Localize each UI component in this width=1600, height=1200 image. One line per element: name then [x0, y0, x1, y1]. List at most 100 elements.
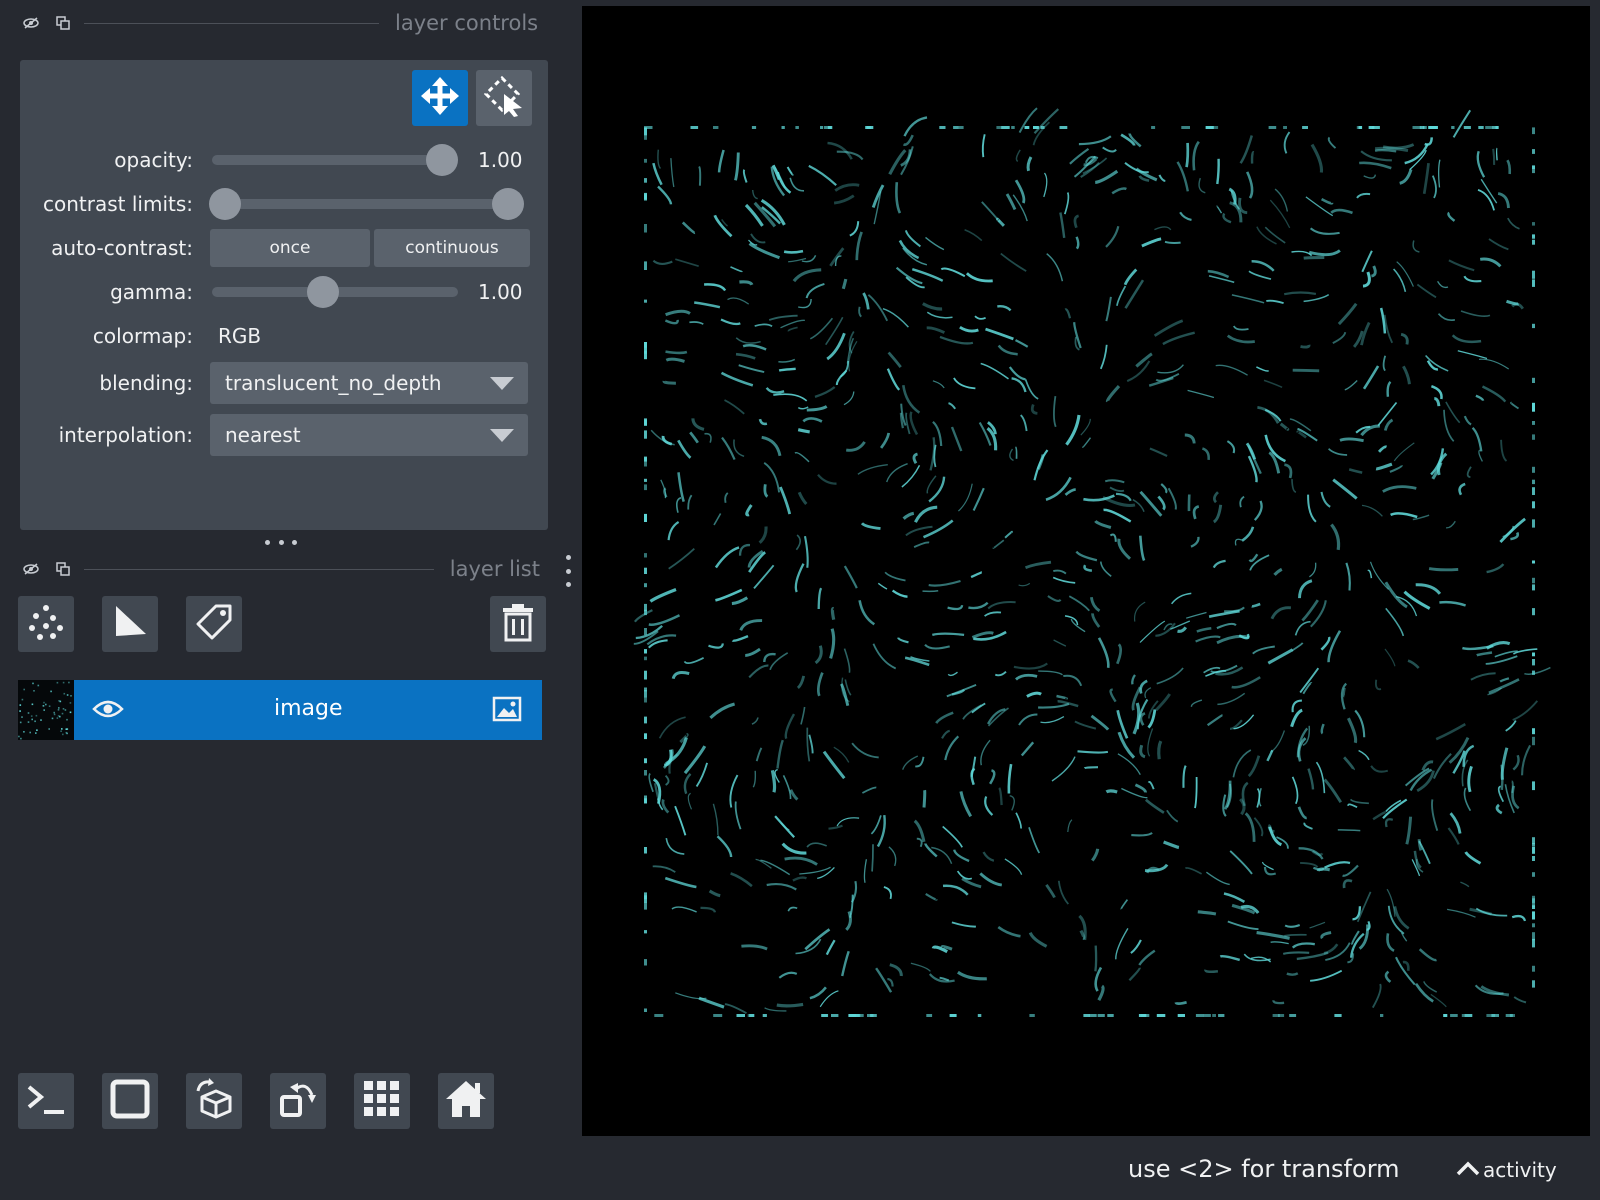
layer-list-title: layer list [449, 557, 540, 581]
streak [1109, 688, 1117, 703]
streak [1272, 1000, 1285, 1005]
new-labels-layer-button[interactable] [186, 596, 242, 652]
new-points-layer-button[interactable] [18, 596, 74, 652]
streak [1463, 415, 1472, 426]
streak [883, 886, 892, 900]
border-pixel [1532, 239, 1535, 245]
streak [928, 476, 946, 503]
border-pixel [644, 670, 647, 680]
contrast-high-handle[interactable] [492, 188, 524, 220]
new-shapes-layer-button[interactable] [102, 596, 158, 652]
streak [1291, 642, 1304, 652]
streak [1386, 933, 1395, 952]
gamma-slider-handle[interactable] [307, 276, 339, 308]
float-panel-icon[interactable] [52, 12, 74, 34]
layer-item-body[interactable]: image [74, 680, 542, 740]
streak [1403, 590, 1431, 610]
contrast-limits-row: contrast limits: [20, 184, 548, 224]
streak [947, 604, 964, 611]
border-pixel [926, 1014, 933, 1017]
opacity-slider[interactable] [212, 144, 458, 176]
contrast-low-handle[interactable] [209, 188, 241, 220]
border-pixel [1492, 126, 1499, 129]
streak [858, 306, 862, 318]
home-button[interactable] [438, 1073, 494, 1129]
border-pixel [1486, 1014, 1496, 1017]
streak [1226, 440, 1236, 454]
streak [1359, 161, 1392, 170]
streak [1363, 174, 1377, 179]
move-mode-button[interactable] [412, 70, 468, 126]
border-pixel [654, 1014, 664, 1017]
streak [1347, 803, 1358, 809]
streak [1000, 252, 1027, 272]
streak [1297, 806, 1307, 820]
streak [1075, 550, 1098, 562]
float-panel-icon[interactable] [52, 558, 74, 580]
viewer-canvas[interactable] [582, 6, 1590, 1136]
streak [1004, 530, 1013, 539]
streak [1308, 249, 1341, 257]
eye-icon[interactable] [92, 697, 124, 725]
transform-mode-button[interactable] [476, 70, 532, 126]
streak [652, 259, 673, 265]
border-pixel [1195, 1014, 1204, 1017]
streak [1009, 448, 1014, 462]
streak [787, 326, 798, 332]
thumbnail-pixel [70, 695, 72, 697]
streak [1153, 319, 1184, 337]
streak [1091, 848, 1100, 862]
streak [1500, 439, 1508, 462]
visibility-toggle-icon[interactable] [20, 558, 42, 580]
streak [1291, 250, 1313, 257]
streak [933, 444, 937, 468]
border-pixel [1059, 126, 1068, 129]
streak [1361, 250, 1373, 273]
chevron-down-icon [490, 429, 514, 442]
border-pixel [644, 690, 647, 698]
roll-axes-button[interactable] [186, 1073, 242, 1129]
streak [914, 505, 938, 523]
gamma-slider[interactable] [212, 276, 458, 308]
streak [695, 762, 709, 788]
splitter-handle-icon[interactable] [265, 537, 297, 547]
blending-select[interactable]: translucent_no_depth [210, 362, 528, 404]
streak [1020, 741, 1035, 757]
opacity-slider-handle[interactable] [426, 144, 458, 176]
streak [1212, 504, 1223, 524]
streak [1382, 143, 1415, 150]
streak [997, 305, 1012, 312]
streak [1415, 583, 1442, 595]
streak [926, 326, 946, 334]
border-pixel [1107, 1014, 1114, 1017]
visibility-toggle-icon[interactable] [20, 12, 42, 34]
auto-contrast-continuous-button[interactable]: continuous [374, 229, 530, 267]
streak [910, 962, 931, 972]
border-pixel [1088, 1014, 1097, 1017]
border-pixel [1532, 728, 1535, 735]
streak [1416, 283, 1437, 299]
streak [779, 486, 792, 515]
streak [830, 607, 836, 621]
streak [1342, 879, 1353, 889]
border-pixel [644, 902, 647, 910]
streak [1192, 505, 1200, 520]
auto-contrast-once-button[interactable]: once [210, 229, 370, 267]
layer-list-item[interactable]: image [18, 680, 542, 740]
transpose-button[interactable] [270, 1073, 326, 1129]
border-pixel [644, 127, 647, 136]
streak [1342, 687, 1346, 698]
streak [1320, 491, 1331, 508]
streak [754, 323, 773, 327]
ndisplay-button[interactable] [102, 1073, 158, 1129]
interpolation-select[interactable]: nearest [210, 414, 528, 456]
console-button[interactable] [18, 1073, 74, 1129]
more-options-icon[interactable] [564, 555, 572, 587]
activity-button[interactable]: activity [1455, 1158, 1557, 1182]
contrast-limits-slider[interactable] [209, 188, 524, 220]
streak [1043, 172, 1048, 198]
delete-layer-button[interactable] [490, 596, 546, 652]
streak [748, 242, 781, 260]
layer-name[interactable]: image [274, 696, 343, 721]
grid-view-button[interactable] [354, 1073, 410, 1129]
